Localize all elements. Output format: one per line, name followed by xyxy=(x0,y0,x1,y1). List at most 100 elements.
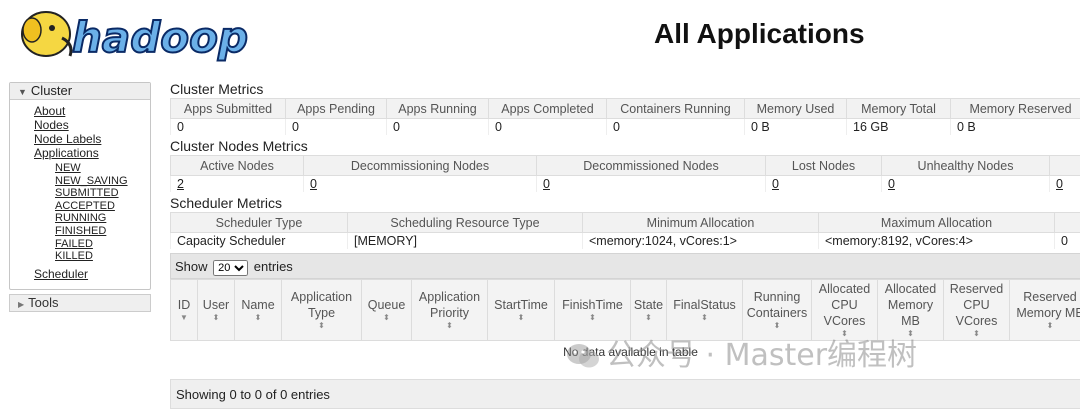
nav-link-failed[interactable]: FAILED xyxy=(55,238,150,251)
column-header xyxy=(1054,212,1080,233)
apps-pending-value: 0 xyxy=(285,118,387,135)
cluster-metrics-table: Apps Submitted Apps Pending Apps Running… xyxy=(170,98,1080,135)
column-header-finish-time[interactable]: FinishTime ⬍ xyxy=(554,279,631,341)
unhealthy-nodes-link[interactable]: 0 xyxy=(881,175,1050,192)
column-header-state[interactable]: State ⬍ xyxy=(630,279,667,341)
nodes-metrics-table: Active Nodes Decommissioning Nodes Decom… xyxy=(170,155,1080,192)
scheduler-metrics-table: Scheduler Type Scheduling Resource Type … xyxy=(170,212,1080,249)
decommissioning-nodes-link[interactable]: 0 xyxy=(303,175,537,192)
apps-running-value: 0 xyxy=(386,118,489,135)
table-info: Showing 0 to 0 of 0 entries xyxy=(170,379,1080,409)
sort-icon: ⬍ xyxy=(212,313,220,322)
containers-running-value: 0 xyxy=(606,118,745,135)
column-header-allocated-memory[interactable]: Allocated Memory MB ⬍ xyxy=(877,279,944,341)
memory-reserved-value: 0 B xyxy=(950,118,1080,135)
column-header xyxy=(1049,155,1080,176)
main-content: Cluster Metrics Apps Submitted Apps Pend… xyxy=(170,80,1080,409)
column-header: Unhealthy Nodes xyxy=(881,155,1050,176)
empty-table-message: No data available in table xyxy=(563,345,698,359)
memory-total-value: 16 GB xyxy=(846,118,951,135)
column-label: Name xyxy=(241,298,275,312)
column-header-allocated-cpu[interactable]: Allocated CPU VCores ⬍ xyxy=(811,279,878,341)
tools-label: Tools xyxy=(28,294,59,310)
column-header-reserved-cpu[interactable]: Reserved CPU VCores ⬍ xyxy=(943,279,1010,341)
page-title: All Applications xyxy=(654,18,865,49)
table-row: Capacity Scheduler [MEMORY] <memory:1024… xyxy=(170,232,1080,249)
lost-nodes-link[interactable]: 0 xyxy=(765,175,882,192)
column-label: User xyxy=(202,298,230,312)
sort-icon: ⬍ xyxy=(841,329,848,338)
nav-link-accepted[interactable]: ACCEPTED xyxy=(55,200,150,213)
column-header-final-status[interactable]: FinalStatus ⬍ xyxy=(666,279,743,341)
table-row: 2 0 0 0 0 0 xyxy=(170,175,1080,192)
sort-icon: ⬍ xyxy=(907,329,914,338)
column-label: Reserved CPU VCores xyxy=(949,282,1004,328)
column-header: Maximum Allocation xyxy=(818,212,1055,233)
column-header-id[interactable]: ID ▼ xyxy=(170,279,198,341)
nav-link-nodes[interactable]: Nodes xyxy=(34,118,150,132)
entries-label: entries xyxy=(253,259,293,274)
scheduler-metrics-title: Scheduler Metrics xyxy=(170,195,283,211)
column-header: Decommissioning Nodes xyxy=(303,155,537,176)
nav-link-killed[interactable]: KILLED xyxy=(55,250,150,263)
column-header-start-time[interactable]: StartTime ⬍ xyxy=(487,279,555,341)
nav-link-submitted[interactable]: SUBMITTED xyxy=(55,187,150,200)
column-header: Minimum Allocation xyxy=(582,212,819,233)
nav-link-node-labels[interactable]: Node Labels xyxy=(34,132,150,146)
scheduler-type-value: Capacity Scheduler xyxy=(170,232,348,249)
column-header: Memory Total xyxy=(846,98,951,119)
column-label: Application Type xyxy=(290,290,353,320)
column-header-user[interactable]: User ⬍ xyxy=(197,279,235,341)
caret-right-icon: ▶ xyxy=(18,299,25,309)
apps-submitted-value: 0 xyxy=(170,118,286,135)
header: hadoop All Applications xyxy=(0,0,1080,78)
column-header-application-priority[interactable]: Application Priority ⬍ xyxy=(411,279,488,341)
cluster-menu: ▼ Cluster About Nodes Node Labels Applica… xyxy=(9,82,151,290)
active-nodes-link[interactable]: 2 xyxy=(170,175,304,192)
sort-icon: ⬍ xyxy=(589,313,596,322)
entries-select[interactable]: 20 xyxy=(213,260,249,276)
nav-link-about[interactable]: About xyxy=(34,104,150,118)
nav-link-running[interactable]: RUNNING xyxy=(55,212,150,225)
cluster-menu-toggle[interactable]: ▼ Cluster xyxy=(10,83,150,100)
column-header: Apps Completed xyxy=(488,98,607,119)
caret-down-icon: ▼ xyxy=(18,87,27,97)
cluster-label: Cluster xyxy=(30,83,73,98)
hadoop-logo[interactable]: hadoop xyxy=(10,4,260,68)
logo-wordmark: hadoop xyxy=(72,13,248,62)
column-header: Active Nodes xyxy=(170,155,304,176)
sort-icon: ⬍ xyxy=(446,321,453,330)
column-header-running-containers[interactable]: Running Containers ⬍ xyxy=(742,279,812,341)
rebooted-nodes-link[interactable]: 0 xyxy=(1049,175,1080,192)
app-state-list: NEW NEW_SAVING SUBMITTED ACCEPTED RUNNIN… xyxy=(34,162,150,263)
scheduler-extra-value: 0 xyxy=(1054,232,1080,249)
column-header: Scheduling Resource Type xyxy=(347,212,583,233)
nav-link-applications[interactable]: Applications xyxy=(34,146,150,160)
column-label: Running Containers xyxy=(746,290,808,320)
column-label: FinishTime xyxy=(562,298,623,312)
sort-icon: ⬍ xyxy=(318,321,325,330)
nav-link-scheduler[interactable]: Scheduler xyxy=(34,267,150,281)
sort-icon: ⬍ xyxy=(254,313,262,322)
column-header-queue[interactable]: Queue ⬍ xyxy=(361,279,412,341)
applications-table: ID ▼ User ⬍ Name ⬍ Application Type ⬍ Queue ⬍… xyxy=(170,279,1080,363)
table-row: No data available in table xyxy=(171,341,1080,364)
nav-link-finished[interactable]: FINISHED xyxy=(55,225,150,238)
sort-icon: ⬍ xyxy=(1046,321,1054,330)
column-label: FinalStatus xyxy=(673,298,736,312)
nav-link-new-saving[interactable]: NEW_SAVING xyxy=(55,175,150,188)
column-header-application-type[interactable]: Application Type ⬍ xyxy=(281,279,362,341)
sort-icon: ⬍ xyxy=(517,313,525,322)
tools-menu-toggle[interactable]: ▶ Tools xyxy=(9,293,151,312)
sidebar-nav: ▼ Cluster About Nodes Node Labels Applica… xyxy=(9,82,151,312)
column-header-reserved-memory[interactable]: Reserved Memory MB ⬍ xyxy=(1009,279,1080,341)
decommissioned-nodes-link[interactable]: 0 xyxy=(536,175,766,192)
apps-completed-value: 0 xyxy=(488,118,607,135)
column-header: Lost Nodes xyxy=(765,155,882,176)
memory-used-value: 0 B xyxy=(744,118,847,135)
column-header: Apps Pending xyxy=(285,98,387,119)
column-header: Apps Submitted xyxy=(170,98,286,119)
nav-link-new[interactable]: NEW xyxy=(55,162,150,175)
cluster-metrics-title: Cluster Metrics xyxy=(170,81,264,97)
column-header-name[interactable]: Name ⬍ xyxy=(234,279,282,341)
